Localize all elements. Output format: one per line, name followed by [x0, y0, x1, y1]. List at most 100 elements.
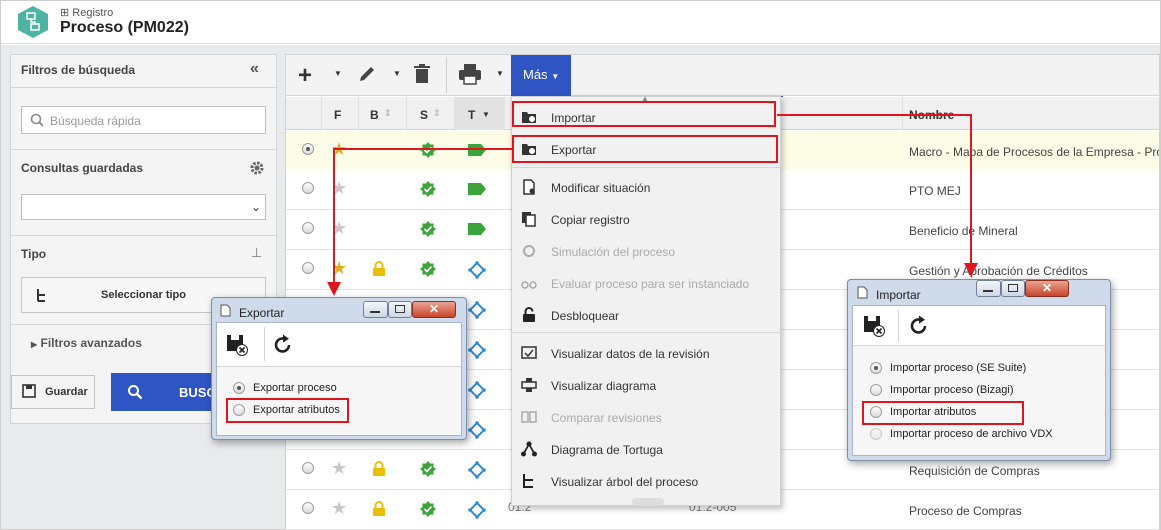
import-vdx-radio[interactable] — [870, 428, 882, 440]
tree-icon — [37, 289, 45, 302]
menu-item[interactable]: Diagrama de Tortuga — [512, 433, 780, 465]
close-icon: ✕ — [428, 302, 440, 316]
col-header-f[interactable]: F — [334, 108, 341, 122]
sort-icon[interactable]: ⇕ — [384, 108, 392, 119]
chevron-down-icon[interactable]: ⌄ — [247, 196, 265, 218]
close-icon: ✕ — [1041, 281, 1053, 295]
favorite-star-icon[interactable]: ★ — [331, 458, 347, 479]
maximize-icon — [395, 305, 405, 313]
favorite-star-icon[interactable]: ★ — [331, 498, 347, 519]
import-dialog-toolbar — [853, 306, 1105, 346]
arrow-import-head — [964, 263, 978, 277]
breadcrumb-label: Registro — [72, 7, 114, 19]
edit-icon[interactable] — [357, 64, 377, 84]
collapse-icon[interactable]: « — [250, 60, 259, 78]
col-header-b[interactable]: B — [370, 108, 379, 122]
menu-item[interactable]: Desbloquear — [512, 299, 780, 331]
menu-item: Simulación del proceso — [512, 235, 780, 267]
search-icon — [30, 113, 44, 127]
process-diamond-icon — [468, 501, 486, 519]
process-diamond-icon — [468, 341, 486, 359]
divider — [11, 149, 276, 150]
quick-search-input[interactable]: Búsqueda rápida — [21, 106, 266, 134]
row-select-radio[interactable] — [302, 502, 314, 514]
document-icon — [220, 304, 231, 317]
turtle-diagram-icon — [521, 441, 537, 457]
col-header-t[interactable]: T — [468, 108, 475, 122]
process-tag-icon — [468, 223, 486, 235]
arrow-export-horizontal — [334, 148, 513, 150]
unlock-icon — [521, 307, 537, 323]
status-ok-icon — [420, 261, 436, 277]
export-process-label: Exportar proceso — [253, 382, 337, 394]
minimize-button[interactable] — [363, 301, 388, 318]
import-bizagi-radio[interactable] — [870, 384, 882, 396]
gear-icon[interactable] — [249, 160, 265, 176]
refresh-icon[interactable] — [908, 315, 930, 337]
close-button[interactable]: ✕ — [1025, 280, 1069, 297]
highlight-export-attributes — [226, 398, 349, 423]
import-bizagi-label: Importar proceso (Bizagi) — [890, 384, 1014, 396]
search-icon — [128, 385, 143, 400]
menu-divider — [512, 167, 780, 168]
sort-desc-icon[interactable]: ▼ — [482, 110, 490, 119]
diagram-icon — [521, 377, 537, 393]
row-select-radio[interactable] — [302, 462, 314, 474]
caret-down-icon[interactable]: ▼ — [496, 69, 504, 78]
row-name-cell: Macro - Mapa de Procesos de la Empresa -… — [909, 145, 1159, 159]
maximize-icon — [1008, 284, 1018, 292]
row-select-radio[interactable] — [302, 222, 314, 234]
toolbar-divider — [898, 310, 899, 342]
arrow-export-head — [327, 282, 341, 296]
save-close-icon[interactable] — [226, 334, 248, 356]
minimize-button[interactable] — [976, 280, 1001, 297]
trash-icon[interactable] — [412, 64, 432, 84]
advanced-filters-toggle[interactable]: ▶ Filtros avanzados — [31, 336, 142, 350]
menu-item-label: Evaluar proceso para ser instanciado — [551, 277, 750, 291]
divider — [11, 87, 276, 88]
row-select-radio[interactable] — [302, 143, 314, 155]
evaluate-icon — [521, 275, 537, 291]
filter-panel-title: Filtros de búsqueda — [21, 63, 136, 77]
add-icon[interactable]: + — [298, 62, 312, 90]
refresh-icon[interactable] — [272, 334, 294, 356]
caret-down-icon: ▼ — [551, 72, 560, 81]
sort-icon[interactable]: ⇕ — [433, 108, 441, 119]
close-button[interactable]: ✕ — [412, 301, 456, 318]
breadcrumb[interactable]: ⊞ Registro — [60, 6, 113, 19]
scroll-down-handle[interactable] — [632, 498, 664, 506]
caret-down-icon[interactable]: ▼ — [393, 69, 401, 78]
row-select-radio[interactable] — [302, 182, 314, 194]
menu-item[interactable]: Visualizar diagrama — [512, 369, 780, 401]
menu-item[interactable]: Visualizar árbol del proceso — [512, 465, 780, 497]
caret-down-icon[interactable]: ▼ — [334, 69, 342, 78]
status-ok-icon — [420, 181, 436, 197]
page-title: Proceso (PM022) — [60, 19, 189, 36]
row-select-radio[interactable] — [302, 262, 314, 274]
lock-icon — [373, 261, 385, 276]
menu-item[interactable]: Visualizar datos de la revisión — [512, 337, 780, 369]
process-diamond-icon — [468, 381, 486, 399]
saved-queries-select[interactable] — [21, 194, 266, 220]
import-sesuite-radio[interactable] — [870, 362, 882, 374]
row-name-cell: Gestión y Aprobación de Créditos — [909, 264, 1088, 278]
row-name-cell: Beneficio de Mineral — [909, 224, 1018, 238]
document-icon — [857, 286, 868, 299]
save-close-icon[interactable] — [863, 315, 885, 337]
export-process-radio[interactable] — [233, 382, 245, 394]
menu-item-label: Simulación del proceso — [551, 245, 676, 259]
menu-item[interactable]: Modificar situación — [512, 171, 780, 203]
col-header-s[interactable]: S — [420, 108, 428, 122]
process-tag-icon — [468, 183, 486, 195]
process-tag-icon — [468, 144, 486, 156]
status-ok-icon — [420, 501, 436, 517]
print-icon[interactable] — [458, 63, 482, 85]
more-menu-button[interactable]: Más ▼ — [511, 55, 783, 98]
highlight-import-attributes — [862, 401, 1024, 425]
menu-item[interactable]: Copiar registro — [512, 203, 780, 235]
save-label: Guardar — [45, 386, 88, 398]
menu-item-label: Diagrama de Tortuga — [551, 443, 663, 457]
col-header-t-bg — [454, 97, 504, 130]
broom-icon[interactable]: ⊥ — [251, 245, 262, 261]
process-diamond-icon — [468, 301, 486, 319]
